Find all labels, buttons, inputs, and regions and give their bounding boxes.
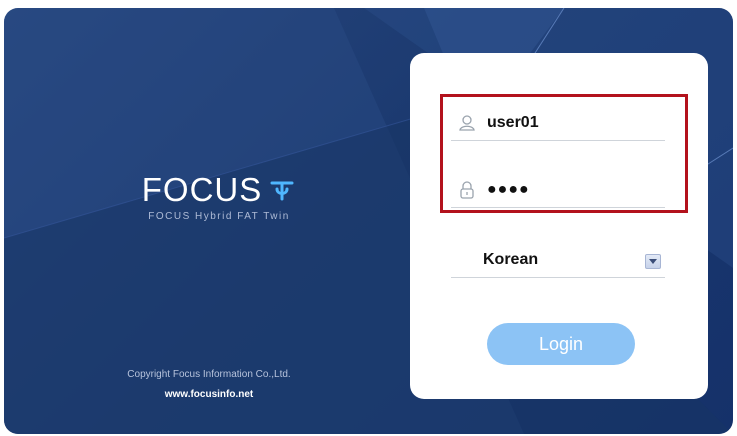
copyright-text: Copyright Focus Information Co.,Ltd.	[127, 369, 291, 380]
language-value: Korean	[483, 251, 539, 268]
brand-logo: FOCUS	[124, 171, 314, 209]
lock-icon	[460, 181, 474, 199]
chevron-down-icon[interactable]	[645, 254, 661, 269]
website-link[interactable]: www.focusinfo.net	[74, 385, 344, 405]
login-panel: user01 ●●●● Korean Login	[410, 53, 708, 399]
user-icon	[459, 115, 475, 131]
brand-tagline: FOCUS Hybrid FAT Twin	[148, 211, 290, 222]
password-field[interactable]: ●●●●	[451, 173, 665, 208]
password-value[interactable]: ●●●●	[487, 181, 530, 199]
login-button[interactable]: Login	[487, 323, 635, 365]
login-window: FOCUS FOCUS Hybrid FAT Twin Copyright Fo…	[4, 8, 733, 434]
brand-name: FOCUS	[141, 171, 263, 208]
language-select[interactable]: Korean	[451, 243, 665, 278]
focus-logo-icon	[270, 181, 294, 201]
username-value[interactable]: user01	[487, 114, 539, 132]
brand-block: FOCUS FOCUS Hybrid FAT Twin	[124, 171, 314, 222]
username-field[interactable]: user01	[451, 106, 665, 141]
footer: Copyright Focus Information Co.,Ltd. www…	[74, 365, 344, 405]
